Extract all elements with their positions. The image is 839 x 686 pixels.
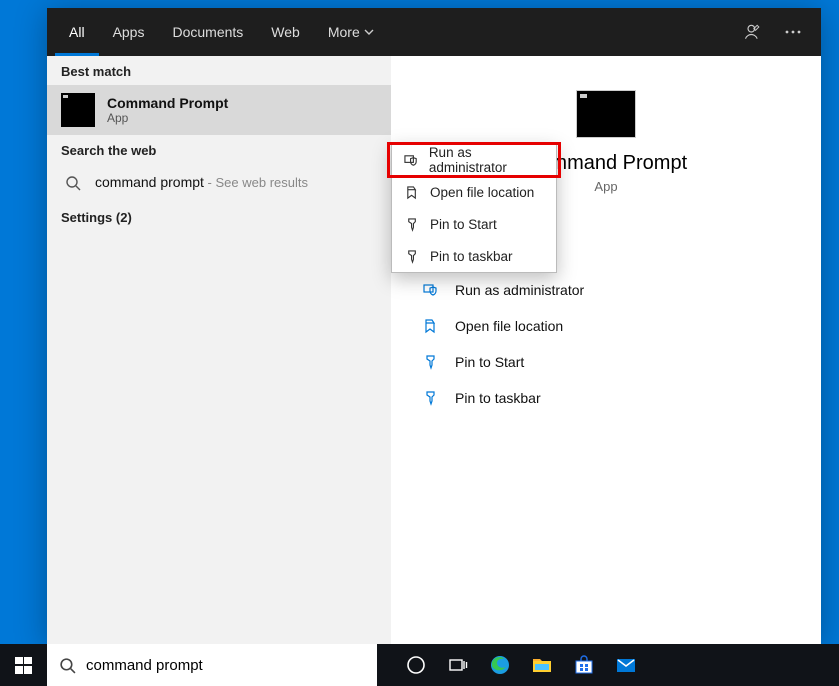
ctx-open-location[interactable]: Open file location [392,176,556,208]
folder-icon [402,185,422,200]
pin-taskbar-icon [402,249,422,264]
pin-start-icon [419,354,443,370]
tab-documents[interactable]: Documents [158,8,257,56]
file-explorer-icon[interactable] [523,644,561,686]
store-icon[interactable] [565,644,603,686]
action-open-location[interactable]: Open file location [413,308,799,344]
edge-icon[interactable] [481,644,519,686]
ctx-pin-start[interactable]: Pin to Start [392,208,556,240]
tab-more[interactable]: More [314,8,388,56]
action-pin-start[interactable]: Pin to Start [413,344,799,380]
taskbar [0,644,839,686]
section-search-web: Search the web [47,135,391,164]
ctx-open-location-label: Open file location [430,185,534,200]
ctx-run-admin[interactable]: Run as administrator [392,144,556,176]
preview-app-icon [576,90,636,138]
web-result-item[interactable]: command prompt - See web results [47,164,391,202]
windows-logo-icon [15,657,32,674]
search-results-panel: All Apps Documents Web More Best match C… [47,8,821,644]
context-menu: Run as administrator Open file location … [391,143,557,273]
web-result-suffix: - See web results [204,175,308,190]
tab-web[interactable]: Web [257,8,314,56]
command-prompt-icon [61,93,95,127]
tab-all[interactable]: All [55,8,99,56]
mail-icon[interactable] [607,644,645,686]
web-result-query: command prompt [95,174,204,190]
section-settings[interactable]: Settings (2) [47,202,391,231]
shield-icon [419,282,443,298]
action-run-admin[interactable]: Run as administrator [413,272,799,308]
best-match-item[interactable]: Command Prompt App [47,85,391,135]
action-pin-taskbar[interactable]: Pin to taskbar [413,380,799,416]
taskbar-search-input[interactable] [86,657,365,674]
action-run-admin-label: Run as administrator [455,282,584,298]
feedback-icon[interactable] [733,12,773,52]
action-open-location-label: Open file location [455,318,563,334]
ctx-run-admin-label: Run as administrator [429,145,546,175]
search-icon [61,175,85,191]
taskbar-icons [397,644,645,686]
chevron-down-icon [364,27,374,37]
pin-start-icon [402,217,422,232]
folder-icon [419,318,443,334]
tab-more-label: More [328,24,360,40]
options-icon[interactable] [773,12,813,52]
best-match-title: Command Prompt [107,95,228,111]
taskbar-search-box[interactable] [47,644,377,686]
action-pin-start-label: Pin to Start [455,354,524,370]
best-match-subtitle: App [107,111,228,125]
section-best-match: Best match [47,56,391,85]
shield-icon [402,153,421,168]
tab-apps[interactable]: Apps [99,8,159,56]
ctx-pin-start-label: Pin to Start [430,217,497,232]
search-icon [59,657,76,674]
results-left-pane: Best match Command Prompt App Search the… [47,56,391,644]
start-button[interactable] [0,644,47,686]
action-pin-taskbar-label: Pin to taskbar [455,390,541,406]
task-view-icon[interactable] [439,644,477,686]
ctx-pin-taskbar-label: Pin to taskbar [430,249,513,264]
filter-tabs-bar: All Apps Documents Web More [47,8,821,56]
ctx-pin-taskbar[interactable]: Pin to taskbar [392,240,556,272]
cortana-icon[interactable] [397,644,435,686]
pin-taskbar-icon [419,390,443,406]
